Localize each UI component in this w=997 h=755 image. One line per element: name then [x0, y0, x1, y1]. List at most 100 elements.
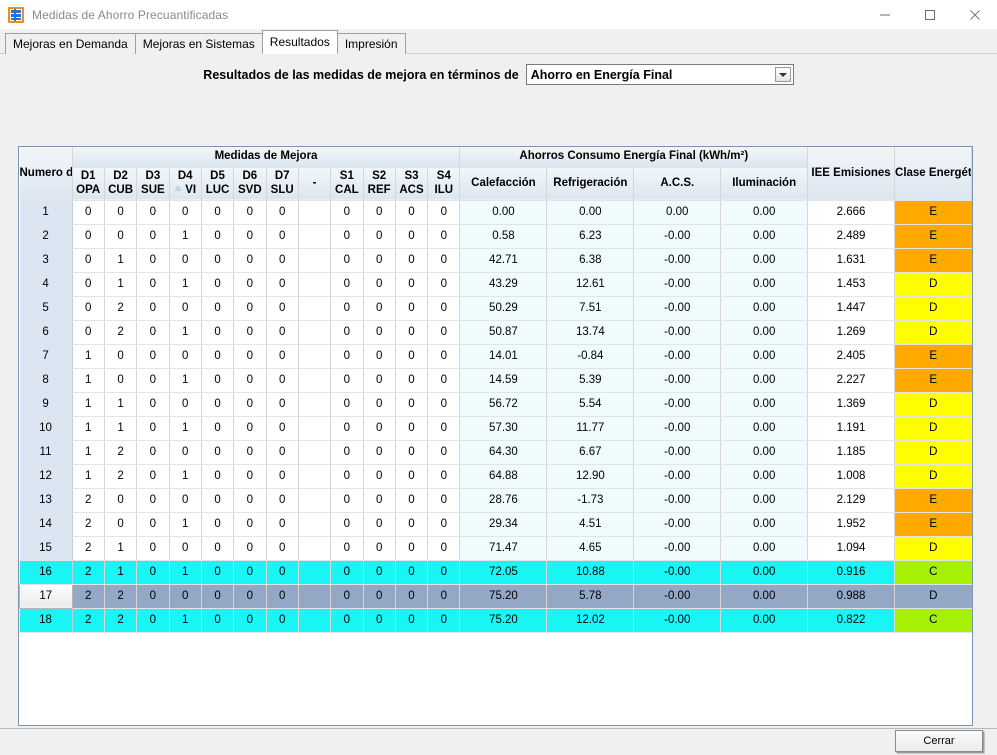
row-case-number[interactable]: 16	[19, 560, 73, 585]
measure-cell[interactable]: 0	[72, 200, 105, 225]
measure-cell[interactable]: 0	[201, 368, 235, 393]
saving-ref-cell[interactable]: 13.74	[546, 320, 635, 345]
measure-cell[interactable]: 0	[201, 488, 235, 513]
measure-cell[interactable]: 0	[266, 416, 299, 441]
clase-energetica-cell[interactable]: D	[894, 392, 972, 417]
close-icon[interactable]	[952, 0, 997, 29]
measure-cell[interactable]: 0	[395, 464, 429, 489]
table-row[interactable]: 5 0 2 0 0 0 0 0 0 0 0 0 50.29 7.51 -0.00 0.00 1.447 D	[19, 296, 972, 321]
measure-cell[interactable]: 0	[233, 344, 267, 369]
saving-cal-cell[interactable]: 64.88	[459, 464, 548, 489]
table-row[interactable]: 4 0 1 0 1 0 0 0 0 0 0 0 43.29 12.61 -0.00 0.00 1.453 D	[19, 272, 972, 297]
measure-cell[interactable]: 0	[395, 488, 429, 513]
measure-cell[interactable]: 0	[233, 608, 267, 633]
measure-cell[interactable]	[298, 272, 332, 297]
measure-cell[interactable]: 0	[330, 296, 364, 321]
measure-cell[interactable]: 0	[427, 368, 461, 393]
measure-cell[interactable]: 0	[201, 512, 235, 537]
saving-ilu-cell[interactable]: 0.00	[720, 416, 809, 441]
col-header-a-c-s-[interactable]: A.C.S.	[633, 167, 722, 201]
measure-cell[interactable]: 0	[233, 368, 267, 393]
tab-impresión[interactable]: Impresión	[336, 33, 406, 54]
iee-emisiones-cell[interactable]: 1.447	[807, 296, 896, 321]
measure-cell[interactable]: 0	[233, 272, 267, 297]
measure-cell[interactable]	[298, 200, 332, 225]
measure-cell[interactable]: 0	[169, 392, 202, 417]
measure-cell[interactable]	[298, 536, 332, 561]
measure-cell[interactable]	[298, 512, 332, 537]
iee-emisiones-cell[interactable]: 1.008	[807, 464, 896, 489]
measure-cell[interactable]: 0	[330, 200, 364, 225]
saving-ilu-cell[interactable]: 0.00	[720, 440, 809, 465]
measure-cell[interactable]: 0	[266, 488, 299, 513]
measure-cell[interactable]: 0	[266, 512, 299, 537]
saving-ref-cell[interactable]: -1.73	[546, 488, 635, 513]
measure-cell[interactable]: 2	[104, 464, 138, 489]
measure-cell[interactable]: 0	[330, 560, 364, 585]
measure-cell[interactable]: 0	[201, 272, 235, 297]
iee-emisiones-cell[interactable]: 2.489	[807, 224, 896, 249]
table-row[interactable]: 14 2 0 0 1 0 0 0 0 0 0 0 29.34 4.51 -0.00 0.00 1.952 E	[19, 512, 972, 537]
measure-cell[interactable]: 0	[363, 200, 396, 225]
col-header-d1[interactable]: D1 OPA	[72, 167, 105, 201]
saving-ilu-cell[interactable]: 0.00	[720, 608, 809, 633]
measure-cell[interactable]: 2	[104, 584, 138, 609]
measure-cell[interactable]: 0	[395, 224, 429, 249]
measure-cell[interactable]: 0	[136, 488, 170, 513]
col-header-s4[interactable]: S4 ILU	[427, 167, 461, 201]
saving-ref-cell[interactable]: 5.39	[546, 368, 635, 393]
row-case-number[interactable]: 2	[19, 224, 73, 249]
measure-cell[interactable]: 0	[330, 320, 364, 345]
measure-cell[interactable]: 0	[136, 248, 170, 273]
measure-cell[interactable]: 0	[266, 320, 299, 345]
measure-cell[interactable]: 0	[266, 368, 299, 393]
measure-cell[interactable]: 0	[427, 320, 461, 345]
saving-cal-cell[interactable]: 75.20	[459, 584, 548, 609]
measure-cell[interactable]: 0	[201, 440, 235, 465]
col-header-d2[interactable]: D2 CUB	[104, 167, 138, 201]
measure-cell[interactable]: 0	[266, 608, 299, 633]
table-row[interactable]: 2 0 0 0 1 0 0 0 0 0 0 0 0.58 6.23 -0.00 0.00 2.489 E	[19, 224, 972, 249]
table-row[interactable]: 11 1 2 0 0 0 0 0 0 0 0 0 64.30 6.67 -0.00 0.00 1.185 D	[19, 440, 972, 465]
measure-cell[interactable]: 0	[330, 464, 364, 489]
table-row[interactable]: 12 1 2 0 1 0 0 0 0 0 0 0 64.88 12.90 -0.00 0.00 1.008 D	[19, 464, 972, 489]
clase-energetica-cell[interactable]: D	[894, 416, 972, 441]
measure-cell[interactable]: 0	[330, 392, 364, 417]
measure-cell[interactable]: 0	[201, 224, 235, 249]
saving-ilu-cell[interactable]: 0.00	[720, 296, 809, 321]
measure-cell[interactable]: 0	[427, 512, 461, 537]
row-case-number[interactable]: 12	[19, 464, 73, 489]
measure-cell[interactable]: 0	[169, 344, 202, 369]
measure-cell[interactable]: 0	[363, 344, 396, 369]
measure-cell[interactable]: 0	[201, 296, 235, 321]
saving-ref-cell[interactable]: 4.51	[546, 512, 635, 537]
measure-cell[interactable]: 0	[395, 536, 429, 561]
measure-cell[interactable]: 0	[169, 296, 202, 321]
table-row[interactable]: 17 2 2 0 0 0 0 0 0 0 0 0 75.20 5.78 -0.00 0.00 0.988 D	[19, 583, 972, 609]
clase-energetica-cell[interactable]: D	[894, 272, 972, 297]
measure-cell[interactable]: 0	[169, 488, 202, 513]
measure-cell[interactable]: 2	[104, 440, 138, 465]
clase-energetica-cell[interactable]: D	[894, 536, 972, 561]
measure-cell[interactable]	[298, 560, 332, 585]
measure-cell[interactable]: 0	[233, 200, 267, 225]
iee-emisiones-cell[interactable]: 2.129	[807, 488, 896, 513]
measure-cell[interactable]: 0	[266, 296, 299, 321]
saving-acs-cell[interactable]: -0.00	[633, 320, 722, 345]
measure-cell[interactable]: 0	[395, 344, 429, 369]
measure-cell[interactable]: 0	[266, 464, 299, 489]
saving-ilu-cell[interactable]: 0.00	[720, 512, 809, 537]
saving-cal-cell[interactable]: 14.59	[459, 368, 548, 393]
measure-cell[interactable]: 0	[136, 368, 170, 393]
clase-energetica-cell[interactable]: E	[894, 224, 972, 249]
saving-ilu-cell[interactable]: 0.00	[720, 464, 809, 489]
measure-cell[interactable]: 1	[169, 368, 202, 393]
measure-cell[interactable]: 0	[233, 296, 267, 321]
measure-cell[interactable]: 0	[363, 560, 396, 585]
measure-cell[interactable]: 0	[136, 272, 170, 297]
table-row[interactable]: 15 2 1 0 0 0 0 0 0 0 0 0 71.47 4.65 -0.00 0.00 1.094 D	[19, 536, 972, 561]
table-row[interactable]: 6 0 2 0 1 0 0 0 0 0 0 0 50.87 13.74 -0.00 0.00 1.269 D	[19, 320, 972, 345]
measure-cell[interactable]: 0	[136, 464, 170, 489]
col-header-d7[interactable]: D7 SLU	[266, 167, 299, 201]
measure-cell[interactable]: 0	[266, 344, 299, 369]
